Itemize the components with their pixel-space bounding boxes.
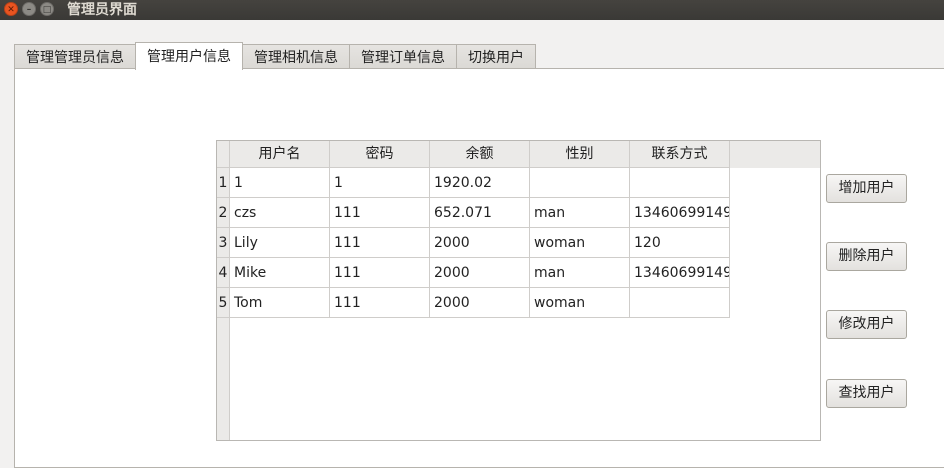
cell-contact[interactable] — [630, 168, 730, 198]
cell-balance[interactable]: 1920.02 — [430, 168, 530, 198]
tab-manage-admins[interactable]: 管理管理员信息 — [14, 44, 136, 70]
user-table[interactable]: 用户名 密码 余额 性别 联系方式 1 1 1 1920.02 2 czs 11… — [216, 140, 821, 441]
row-number[interactable]: 5 — [217, 288, 230, 318]
table-row: 2 czs 111 652.071 man 13460699149 — [217, 198, 730, 228]
cell-password[interactable]: 111 — [330, 228, 430, 258]
cell-gender[interactable]: man — [530, 198, 630, 228]
window-title: 管理员界面 — [67, 2, 137, 18]
cell-contact[interactable] — [630, 288, 730, 318]
cell-username[interactable]: czs — [230, 198, 330, 228]
tab-manage-cameras[interactable]: 管理相机信息 — [242, 44, 350, 70]
row-number[interactable]: 3 — [217, 228, 230, 258]
column-header-password[interactable]: 密码 — [330, 141, 430, 168]
cell-username[interactable]: 1 — [230, 168, 330, 198]
window-titlebar: ✕ – □ 管理员界面 — [0, 0, 944, 20]
table-row: 1 1 1 1920.02 — [217, 168, 730, 198]
cell-username[interactable]: Lily — [230, 228, 330, 258]
cell-balance[interactable]: 2000 — [430, 258, 530, 288]
cell-contact[interactable]: 13460699149 — [630, 198, 730, 228]
add-user-button[interactable]: 增加用户 — [826, 174, 907, 203]
row-number[interactable]: 1 — [217, 168, 230, 198]
edit-user-button[interactable]: 修改用户 — [826, 310, 907, 339]
table-corner[interactable] — [217, 141, 230, 168]
minimize-icon[interactable]: – — [22, 2, 36, 16]
tab-manage-users[interactable]: 管理用户信息 — [135, 42, 243, 70]
row-number[interactable]: 2 — [217, 198, 230, 228]
cell-password[interactable]: 1 — [330, 168, 430, 198]
table-row: 4 Mike 111 2000 man 13460699149 — [217, 258, 730, 288]
cell-gender[interactable]: man — [530, 258, 630, 288]
table-row: 5 Tom 111 2000 woman — [217, 288, 730, 318]
search-user-button[interactable]: 查找用户 — [826, 379, 907, 408]
tab-switch-user[interactable]: 切换用户 — [456, 44, 536, 70]
row-number[interactable]: 4 — [217, 258, 230, 288]
column-header-username[interactable]: 用户名 — [230, 141, 330, 168]
header-filler — [730, 141, 820, 168]
column-header-gender[interactable]: 性别 — [530, 141, 630, 168]
cell-balance[interactable]: 652.071 — [430, 198, 530, 228]
table-row: 3 Lily 111 2000 woman 120 — [217, 228, 730, 258]
cell-password[interactable]: 111 — [330, 258, 430, 288]
tab-manage-orders[interactable]: 管理订单信息 — [349, 44, 457, 70]
cell-password[interactable]: 111 — [330, 288, 430, 318]
cell-password[interactable]: 111 — [330, 198, 430, 228]
table-header: 用户名 密码 余额 性别 联系方式 — [230, 141, 820, 168]
close-icon[interactable]: ✕ — [4, 2, 18, 16]
tab-bar: 管理管理员信息 管理用户信息 管理相机信息 管理订单信息 切换用户 — [14, 42, 536, 70]
cell-gender[interactable]: woman — [530, 288, 630, 318]
maximize-icon[interactable]: □ — [40, 2, 54, 16]
cell-balance[interactable]: 2000 — [430, 288, 530, 318]
cell-contact[interactable]: 13460699149 — [630, 258, 730, 288]
column-header-contact[interactable]: 联系方式 — [630, 141, 730, 168]
cell-balance[interactable]: 2000 — [430, 228, 530, 258]
cell-gender[interactable]: woman — [530, 228, 630, 258]
cell-contact[interactable]: 120 — [630, 228, 730, 258]
column-header-balance[interactable]: 余额 — [430, 141, 530, 168]
cell-gender[interactable] — [530, 168, 630, 198]
cell-username[interactable]: Mike — [230, 258, 330, 288]
cell-username[interactable]: Tom — [230, 288, 330, 318]
table-body: 1 1 1 1920.02 2 czs 111 652.071 man 1346… — [217, 168, 730, 318]
delete-user-button[interactable]: 删除用户 — [826, 242, 907, 271]
